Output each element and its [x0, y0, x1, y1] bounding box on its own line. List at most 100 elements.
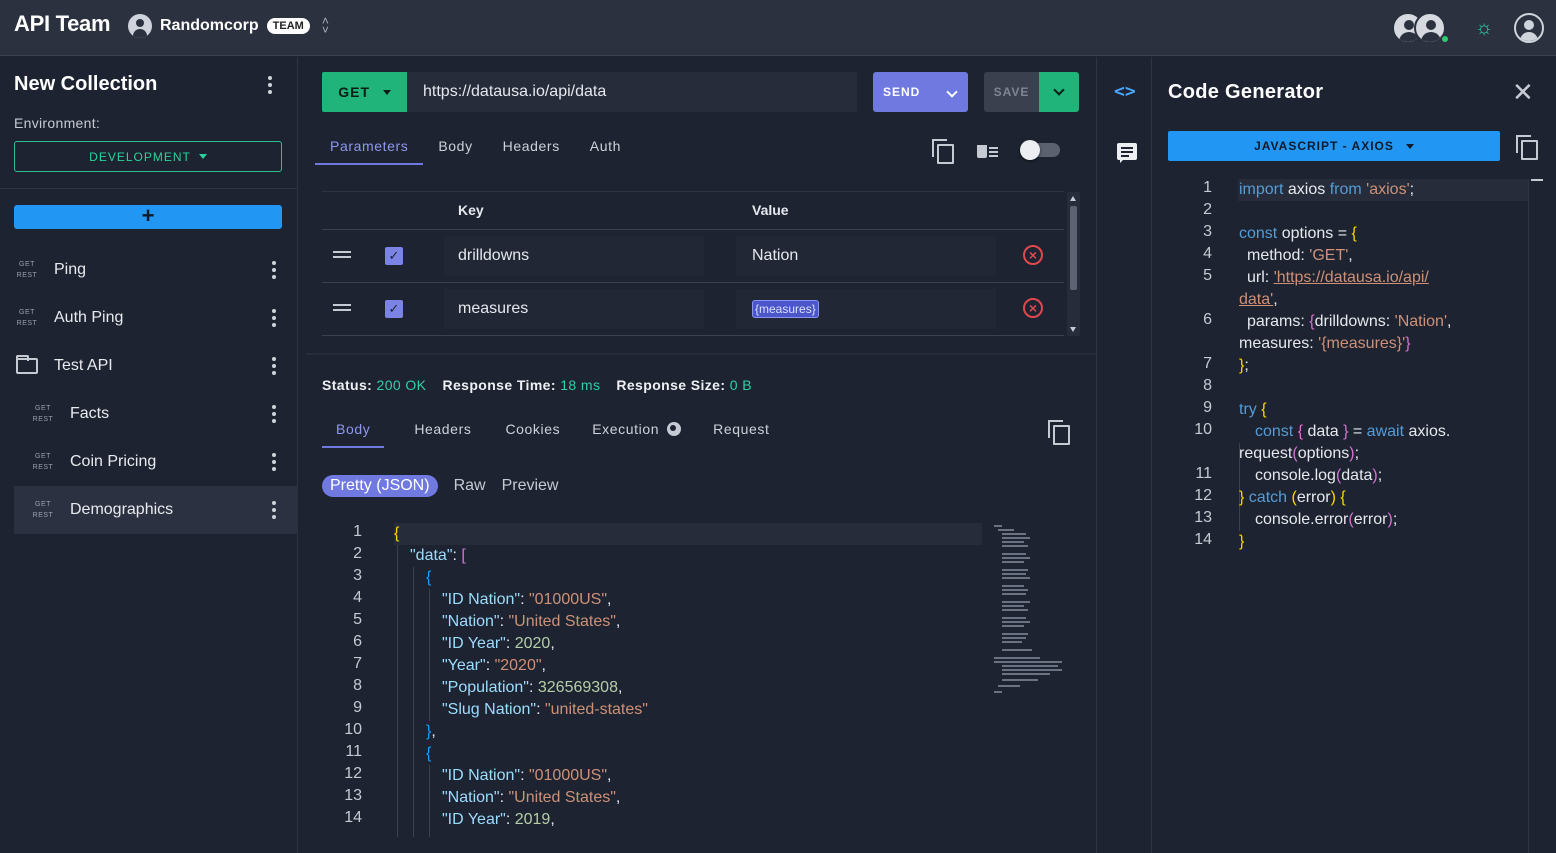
tab-body[interactable]: Body	[423, 127, 487, 165]
comment-icon[interactable]	[1117, 143, 1137, 163]
org-switcher[interactable]: Randomcorp TEAM ˄ ˅	[128, 12, 329, 40]
send-button[interactable]: SEND	[873, 72, 968, 112]
sidebar-item-label: Facts	[70, 405, 110, 422]
param-value-input[interactable]: Nation	[736, 236, 996, 276]
account-icon[interactable]	[1514, 13, 1544, 43]
language-select[interactable]: JAVASCRIPT - AXIOS	[1168, 131, 1500, 161]
url-input[interactable]: https://datausa.io/api/data	[407, 72, 857, 112]
response-body-editor[interactable]: 1 2 3 4 5 6 7 8 9 10 11 12 13 14 { "data…	[322, 523, 1064, 837]
format-preview[interactable]: Preview	[502, 477, 559, 495]
code-generator-panel: Code Generator ✕ JAVASCRIPT - AXIOS 1 2 …	[1152, 57, 1556, 853]
environment-label: Environment:	[14, 115, 101, 131]
online-users-icon[interactable]	[1392, 10, 1454, 46]
remove-param-icon[interactable]: ×	[1023, 298, 1043, 318]
generated-code-editor[interactable]: 1 2 3 4 5 6 7 8 9 10 11 12 13 14 import …	[1152, 179, 1528, 853]
chevron-down-icon[interactable]	[935, 85, 968, 99]
param-key-input[interactable]: drilldowns	[444, 236, 704, 276]
org-name: Randomcorp	[160, 17, 259, 34]
copy-response-icon[interactable]	[1048, 420, 1070, 445]
sidebar-item-auth-ping[interactable]: GET REST Auth Ping	[14, 294, 298, 342]
method-tag: GET REST	[32, 501, 54, 519]
item-menu-icon[interactable]	[264, 260, 284, 280]
method-tag: GET REST	[32, 453, 54, 471]
method-tag: GET REST	[32, 405, 54, 423]
request-panel: GET https://datausa.io/api/data SEND SAV…	[306, 57, 1096, 853]
param-key-input[interactable]: measures	[444, 289, 704, 329]
caret-down-icon	[198, 154, 207, 159]
unfold-icon: ˄ ˅	[321, 14, 329, 37]
save-options-chevron-icon[interactable]	[1039, 72, 1079, 112]
org-avatar-icon	[128, 14, 152, 38]
item-menu-icon[interactable]	[264, 500, 284, 520]
tab-response-headers[interactable]: Headers	[384, 410, 489, 448]
sidebar-item-ping[interactable]: GET REST Ping	[14, 246, 298, 294]
tab-response-cookies[interactable]: Cookies	[489, 410, 576, 448]
environment-select[interactable]: DEVELOPMENT	[14, 141, 282, 172]
org-badge: TEAM	[266, 18, 310, 34]
language-value: JAVASCRIPT - AXIOS	[1254, 139, 1394, 153]
save-button[interactable]: SAVE	[984, 72, 1039, 112]
item-menu-icon[interactable]	[264, 308, 284, 328]
brand-title: API Team	[14, 11, 111, 36]
send-label: SEND	[883, 85, 921, 99]
tab-label: Execution	[592, 421, 660, 437]
size-value: 0 B	[729, 377, 752, 393]
item-menu-icon[interactable]	[264, 404, 284, 424]
tab-headers[interactable]: Headers	[488, 127, 575, 165]
tab-auth[interactable]: Auth	[575, 127, 636, 165]
variable-tag: {measures}	[752, 300, 819, 318]
sidebar-folder-test-api[interactable]: Test API	[14, 342, 298, 390]
sidebar-item-coin-pricing[interactable]: GET REST Coin Pricing	[30, 438, 298, 486]
param-value-input[interactable]: {measures}	[736, 289, 996, 329]
caret-down-icon	[1405, 143, 1414, 149]
panel-title: Code Generator	[1168, 81, 1324, 103]
remove-param-icon[interactable]: ×	[1023, 245, 1043, 265]
method-tag: GET REST	[16, 261, 38, 279]
bulk-edit-toggle[interactable]	[1020, 140, 1060, 160]
globe-icon	[667, 422, 682, 436]
method-value: GET	[338, 84, 371, 100]
code-minimap[interactable]	[992, 523, 1064, 695]
close-icon[interactable]: ✕	[1512, 79, 1534, 105]
param-enabled-checkbox[interactable]: ✓	[385, 247, 403, 265]
sidebar-item-label: Test API	[54, 357, 113, 374]
method-tag: GET REST	[16, 309, 38, 327]
add-request-button[interactable]: +	[14, 205, 282, 229]
drag-handle-icon[interactable]	[333, 251, 351, 253]
time-value: 18 ms	[560, 377, 601, 393]
copy-icon[interactable]	[932, 139, 954, 164]
caret-down-icon	[382, 89, 391, 95]
column-header-key: Key	[458, 202, 484, 218]
collection-menu-icon[interactable]	[260, 75, 280, 95]
item-menu-icon[interactable]	[264, 356, 284, 376]
divider	[0, 188, 298, 189]
top-bar: API Team Randomcorp TEAM ˄ ˅ ☼	[0, 0, 1556, 56]
sidebar-item-facts[interactable]: GET REST Facts	[30, 390, 298, 438]
sidebar-item-demographics[interactable]: GET REST Demographics	[14, 486, 298, 534]
tab-parameters[interactable]: Parameters	[315, 127, 424, 165]
code-icon[interactable]: <>	[1114, 81, 1136, 102]
status-label: Status:	[322, 377, 373, 393]
item-menu-icon[interactable]	[264, 452, 284, 472]
table-row: ✓ drilldowns Nation ×	[322, 230, 1064, 283]
method-select[interactable]: GET	[322, 72, 407, 112]
tab-response-request[interactable]: Request	[697, 410, 785, 448]
theme-toggle-sun-icon[interactable]: ☼	[1468, 17, 1500, 40]
size-label: Response Size:	[616, 377, 726, 393]
copy-code-icon[interactable]	[1516, 135, 1538, 160]
tab-response-execution[interactable]: Execution	[576, 410, 697, 448]
delete-all-icon[interactable]	[976, 140, 998, 160]
drag-handle-icon[interactable]	[333, 304, 351, 306]
environment-value: DEVELOPMENT	[89, 149, 191, 164]
column-header-value: Value	[752, 202, 789, 218]
code-scrollbar[interactable]	[1528, 179, 1543, 853]
params-scrollbar[interactable]	[1067, 192, 1080, 336]
status-value: 200 OK	[376, 377, 427, 393]
parameters-table: Key Value ✓ drilldowns Nation × ✓ measur…	[322, 191, 1080, 336]
collection-title: New Collection	[14, 73, 158, 95]
format-raw[interactable]: Raw	[454, 477, 486, 495]
tab-response-body[interactable]: Body	[322, 410, 385, 448]
format-pretty-json[interactable]: Pretty (JSON)	[322, 475, 438, 497]
divider	[306, 353, 1096, 355]
param-enabled-checkbox[interactable]: ✓	[385, 300, 403, 318]
